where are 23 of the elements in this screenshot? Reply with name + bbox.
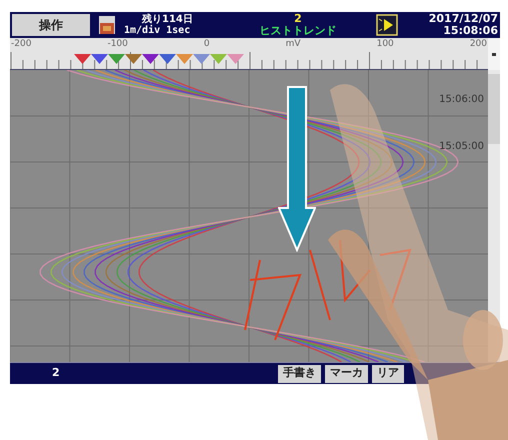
footer-button[interactable]: マーカ: [325, 364, 368, 382]
scale-label: mV: [286, 38, 301, 50]
scale-label: 200: [470, 38, 487, 50]
remaining-days: 残り114日: [124, 14, 220, 25]
clock-text: 15:08:06: [443, 25, 498, 37]
operation-button[interactable]: 操作: [12, 14, 90, 36]
down-arrow-icon: [278, 86, 316, 252]
group-number: 2: [294, 13, 302, 25]
footer-button[interactable]: リア: [372, 364, 404, 382]
recorder-icon: [98, 15, 116, 35]
time-label: 15:06:00: [439, 93, 484, 107]
scale-label: -200: [11, 38, 32, 50]
time-label: 15:05:00: [439, 140, 484, 154]
play-icon[interactable]: [376, 14, 398, 36]
group-label: 2: [52, 365, 60, 382]
date-text: 2017/12/07: [428, 13, 498, 25]
scale-label: 0: [204, 38, 210, 50]
footer-button[interactable]: 手書き: [278, 364, 321, 382]
scrollbar-thumb[interactable]: [488, 74, 500, 144]
time-division: 1m/div 1sec: [124, 25, 192, 36]
display-mode: ヒストトレンド: [260, 25, 336, 37]
scale-label: -100: [107, 38, 128, 50]
scale-label: 100: [376, 38, 394, 50]
